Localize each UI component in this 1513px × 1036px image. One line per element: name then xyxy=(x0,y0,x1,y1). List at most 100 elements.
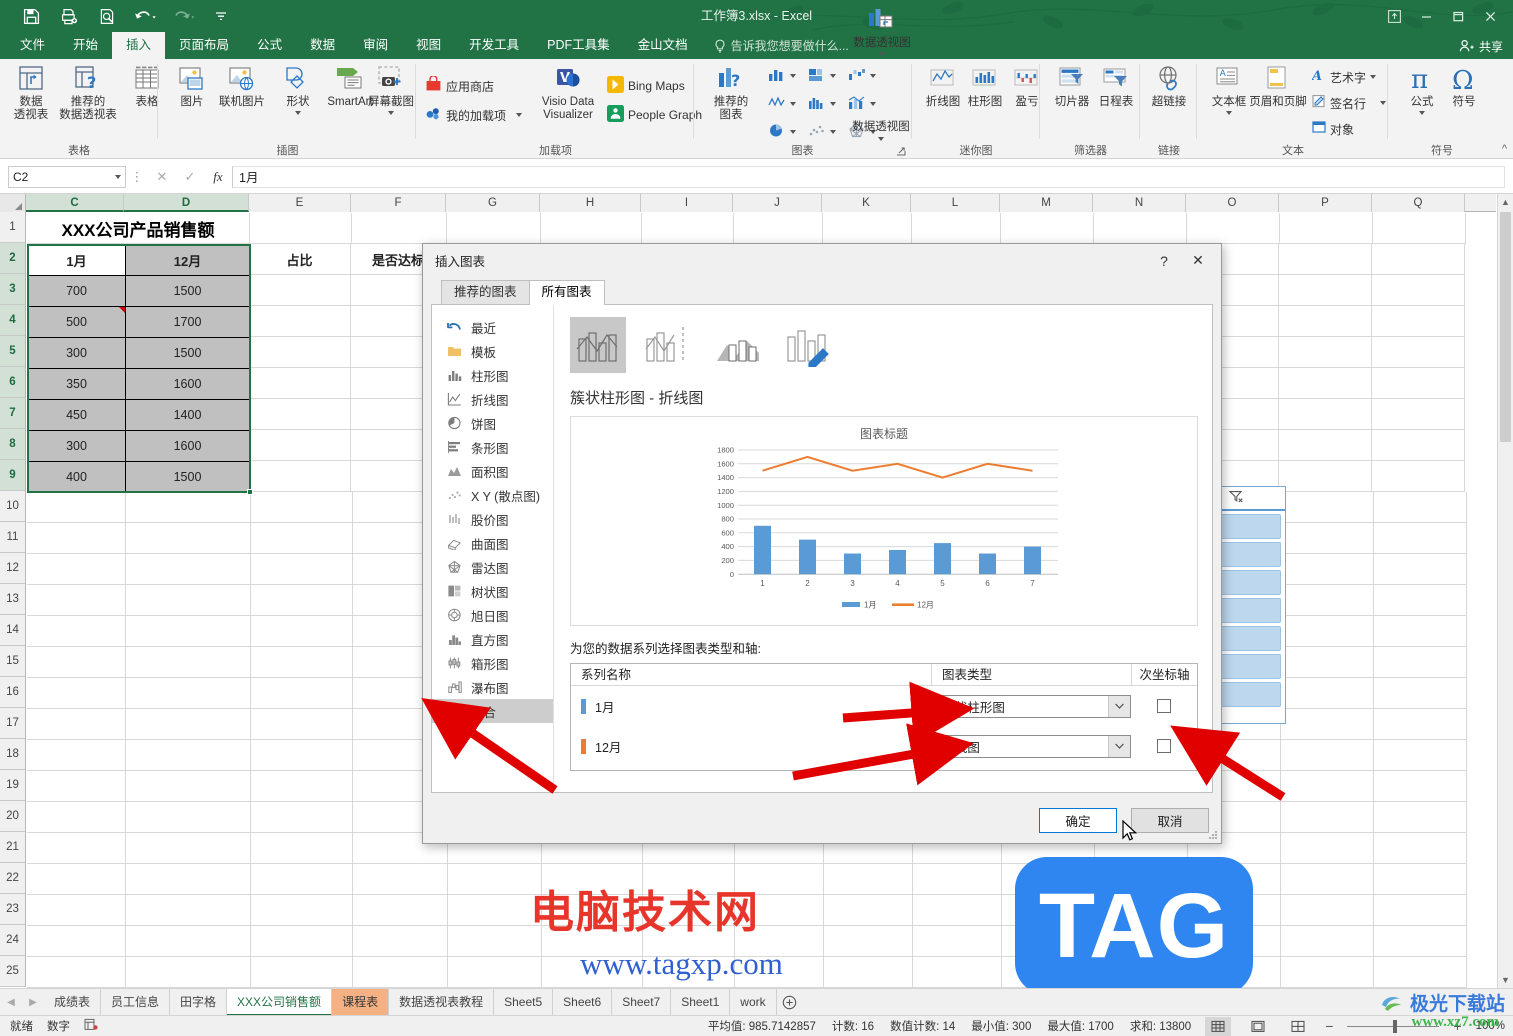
cell-P23[interactable] xyxy=(1281,895,1374,926)
cell-Q23[interactable] xyxy=(1374,895,1467,926)
cell-E1[interactable] xyxy=(250,213,352,244)
cell-C15[interactable] xyxy=(27,647,126,678)
row-header-2[interactable]: 2 xyxy=(0,243,25,274)
scatter-chart-caret-icon[interactable] xyxy=(830,130,836,134)
cell-K22[interactable] xyxy=(824,864,913,895)
row-header-19[interactable]: 19 xyxy=(0,770,25,801)
cell-D23[interactable] xyxy=(126,895,251,926)
cell-J1[interactable] xyxy=(734,213,823,244)
cell-Q1[interactable] xyxy=(1373,213,1466,244)
row-header-11[interactable]: 11 xyxy=(0,522,25,553)
cell-Q5[interactable] xyxy=(1372,337,1465,368)
cell-E15[interactable] xyxy=(251,647,353,678)
column-header-M[interactable]: M xyxy=(1000,194,1093,212)
share-button[interactable]: 共享 xyxy=(1459,35,1503,57)
cell-E16[interactable] xyxy=(251,678,353,709)
column-header-L[interactable]: L xyxy=(911,194,1000,212)
cell-P19[interactable] xyxy=(1281,771,1374,802)
cell-D6[interactable]: 1600 xyxy=(125,368,250,400)
cell-Q7[interactable] xyxy=(1372,399,1465,430)
cell-D11[interactable] xyxy=(126,523,251,554)
cell-L1[interactable] xyxy=(912,213,1001,244)
cell-P18[interactable] xyxy=(1281,740,1374,771)
series-charttype-select-dec[interactable]: 折线图 xyxy=(935,734,1132,758)
pivot-chart-caret-icon[interactable] xyxy=(878,137,884,141)
cell-P21[interactable] xyxy=(1281,833,1374,864)
add-sheet-icon[interactable] xyxy=(777,989,803,1016)
combo-chart-button[interactable] xyxy=(847,93,876,115)
save-icon[interactable] xyxy=(12,0,50,32)
nav-next-icon[interactable]: ▶ xyxy=(22,989,44,1016)
cell-Q12[interactable] xyxy=(1374,554,1467,585)
page-layout-view-button[interactable] xyxy=(1245,1017,1271,1036)
dialog-resize-grip[interactable] xyxy=(1207,829,1218,840)
recommended-pivot-button[interactable]: ? 推荐的 数据透视表 xyxy=(56,62,120,136)
cell-P24[interactable] xyxy=(1281,926,1374,957)
column-header-E[interactable]: E xyxy=(249,194,351,212)
cancel-button[interactable]: 取消 xyxy=(1131,808,1209,833)
column-header-N[interactable]: N xyxy=(1093,194,1186,212)
vertical-scrollbar[interactable]: ▲ ▼ xyxy=(1497,194,1513,988)
cell-E11[interactable] xyxy=(251,523,353,554)
cell-P14[interactable] xyxy=(1281,616,1374,647)
bing-maps-button[interactable]: Bing Maps xyxy=(607,75,685,97)
sheet-tab-sheet1[interactable]: Sheet1 xyxy=(671,988,731,1016)
cell-P1[interactable] xyxy=(1280,213,1373,244)
cell-D21[interactable] xyxy=(126,833,251,864)
cell-G22[interactable] xyxy=(448,864,542,895)
cell-D14[interactable] xyxy=(126,616,251,647)
cell-P7[interactable] xyxy=(1279,399,1372,430)
cell-F22[interactable] xyxy=(353,864,448,895)
cell-Q11[interactable] xyxy=(1374,523,1467,554)
cell-P25[interactable] xyxy=(1281,957,1374,988)
cell-D17[interactable] xyxy=(126,709,251,740)
cell-F25[interactable] xyxy=(353,957,448,988)
cell-P20[interactable] xyxy=(1281,802,1374,833)
customize-quick-access-icon[interactable] xyxy=(202,0,240,32)
secondary-axis-checkbox-jan[interactable] xyxy=(1157,699,1172,713)
cell-Q14[interactable] xyxy=(1374,616,1467,647)
cell-E17[interactable] xyxy=(251,709,353,740)
my-addins-caret-icon[interactable] xyxy=(516,113,523,117)
line-chart-button[interactable] xyxy=(767,93,796,115)
cell-L23[interactable] xyxy=(913,895,1002,926)
signature-line-button[interactable]: 签名行 xyxy=(1312,92,1387,114)
sheet-tab-xxx-sales[interactable]: XXX公司销售额 xyxy=(227,988,333,1016)
row-header-21[interactable]: 21 xyxy=(0,832,25,863)
sheet-tab-chengjibiao[interactable]: 成绩表 xyxy=(44,988,102,1016)
cell-E24[interactable] xyxy=(251,926,353,957)
scatter-chart-button[interactable] xyxy=(807,121,836,143)
cell-C4[interactable]: 500 xyxy=(27,306,126,338)
pie-chart-caret-icon[interactable] xyxy=(790,130,796,134)
enter-icon[interactable]: ✓ xyxy=(176,166,204,188)
row-header-14[interactable]: 14 xyxy=(0,615,25,646)
print-preview-icon[interactable] xyxy=(50,0,88,32)
selection-fill-handle[interactable] xyxy=(247,489,253,495)
chart-type-sunburst[interactable]: 旭日图 xyxy=(432,603,553,627)
cell-Q3[interactable] xyxy=(1372,275,1465,306)
cell-K23[interactable] xyxy=(824,895,913,926)
cell-Q21[interactable] xyxy=(1374,833,1467,864)
pie-chart-button[interactable] xyxy=(767,121,796,143)
cell-E10[interactable] xyxy=(251,492,353,523)
row-header-10[interactable]: 10 xyxy=(0,491,25,522)
object-button[interactable]: 对象 xyxy=(1312,118,1354,140)
cell-C22[interactable] xyxy=(27,864,126,895)
cell-P10[interactable] xyxy=(1281,492,1374,523)
cell-K25[interactable] xyxy=(824,957,913,988)
row-header-12[interactable]: 12 xyxy=(0,553,25,584)
row-header-23[interactable]: 23 xyxy=(0,894,25,925)
cell-E8[interactable] xyxy=(249,430,351,461)
ribbon-tab-formulas[interactable]: 公式 xyxy=(243,32,296,59)
cell-C7[interactable]: 450 xyxy=(27,399,126,431)
cell-E25[interactable] xyxy=(251,957,353,988)
cell-C8[interactable]: 300 xyxy=(27,430,126,462)
name-box-caret-icon[interactable] xyxy=(115,174,121,179)
chart-type-line[interactable]: 折线图 xyxy=(432,387,553,411)
row-header-20[interactable]: 20 xyxy=(0,801,25,832)
column-header-H[interactable]: H xyxy=(540,194,641,212)
sheet-tab-pivot-tutorial[interactable]: 数据透视表教程 xyxy=(389,988,495,1016)
cell-O1[interactable] xyxy=(1187,213,1280,244)
cell-Q16[interactable] xyxy=(1374,678,1467,709)
scroll-up-icon[interactable]: ▲ xyxy=(1498,194,1513,210)
